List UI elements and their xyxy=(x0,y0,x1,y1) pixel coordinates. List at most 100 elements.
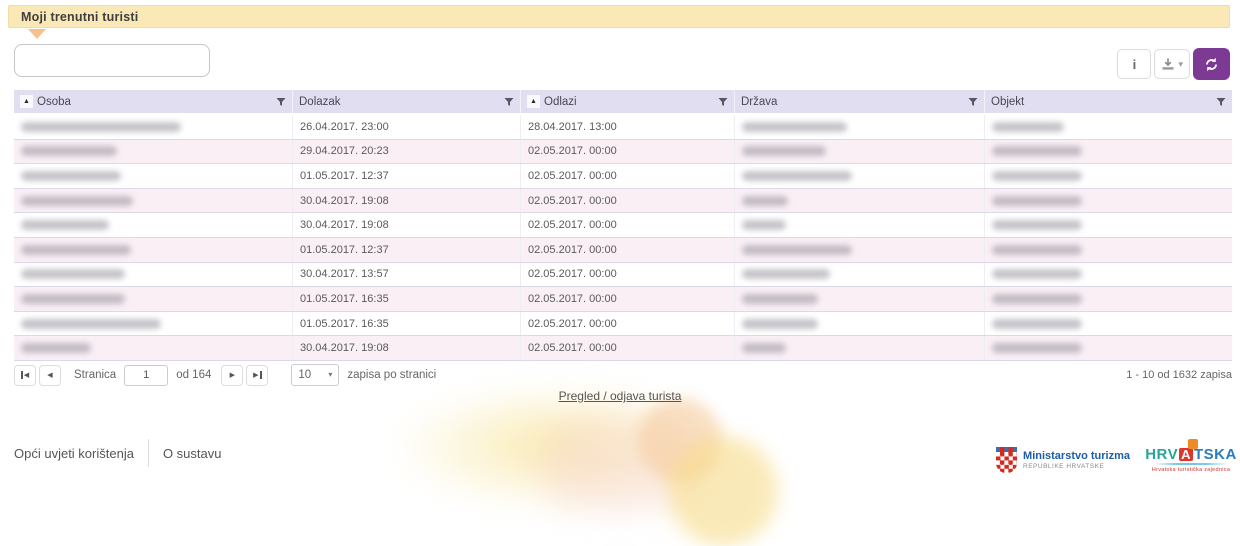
page-size-select[interactable]: 10 ▾ xyxy=(291,364,339,386)
table-body: 26.04.2017. 23:00 28.04.2017. 13:00 29.0… xyxy=(14,115,1232,361)
cell-dolazak: 29.04.2017. 20:23 xyxy=(293,140,521,164)
cell-osoba xyxy=(14,140,293,164)
per-page-label: zapisa po stranici xyxy=(347,369,436,381)
redacted-person-name xyxy=(21,245,131,255)
cell-dolazak: 01.05.2017. 16:35 xyxy=(293,287,521,311)
column-header-odlazi[interactable]: ▲ Odlazi xyxy=(521,90,735,113)
redacted-object xyxy=(992,146,1082,156)
footer-divider xyxy=(148,439,149,467)
link-row: Pregled / odjava turista xyxy=(0,387,1240,405)
first-page-button[interactable]: ◀ xyxy=(14,365,36,386)
table-row[interactable]: 30.04.2017. 19:08 02.05.2017. 00:00 xyxy=(14,213,1232,238)
table-row[interactable]: 01.05.2017. 16:35 02.05.2017. 00:00 xyxy=(14,287,1232,312)
table-row[interactable]: 01.05.2017. 12:37 02.05.2017. 00:00 xyxy=(14,164,1232,189)
htz-orange-square-icon xyxy=(1188,439,1198,449)
table-row[interactable]: 30.04.2017. 13:57 02.05.2017. 00:00 xyxy=(14,263,1232,288)
filter-icon[interactable] xyxy=(276,97,286,107)
previous-page-icon: ◀ xyxy=(47,372,52,379)
cell-objekt xyxy=(985,115,1232,139)
info-icon: i xyxy=(1133,57,1137,72)
redacted-person-name xyxy=(21,294,125,304)
cell-drzava xyxy=(735,140,985,164)
cell-drzava xyxy=(735,238,985,262)
htz-wave-icon xyxy=(1154,463,1228,465)
column-label: Dolazak xyxy=(299,96,341,108)
cell-dolazak: 01.05.2017. 12:37 xyxy=(293,164,521,188)
redacted-country xyxy=(742,122,847,132)
cell-objekt xyxy=(985,238,1232,262)
last-page-button[interactable]: ▶ xyxy=(246,365,268,386)
column-label: Država xyxy=(741,96,777,108)
cell-objekt xyxy=(985,140,1232,164)
records-range-label: 1 - 10 od 1632 zapisa xyxy=(1126,369,1232,381)
cell-objekt xyxy=(985,287,1232,311)
cell-dolazak: 01.05.2017. 12:37 xyxy=(293,238,521,262)
redacted-person-name xyxy=(21,220,109,230)
about-link[interactable]: O sustavu xyxy=(163,446,222,461)
refresh-icon xyxy=(1204,57,1219,72)
ministry-subtitle: REPUBLIKE HRVATSKE xyxy=(1023,463,1130,470)
filter-icon[interactable] xyxy=(1216,97,1226,107)
column-header-osoba[interactable]: ▲ Osoba xyxy=(14,90,293,113)
footer: Opći uvjeti korištenja O sustavu Minista… xyxy=(0,431,1240,479)
info-button[interactable]: i xyxy=(1117,49,1151,79)
table-row[interactable]: 30.04.2017. 19:08 02.05.2017. 00:00 xyxy=(14,189,1232,214)
cell-odlazi: 02.05.2017. 00:00 xyxy=(521,189,735,213)
next-page-button[interactable]: ▶ xyxy=(221,365,243,386)
search-input[interactable] xyxy=(14,44,210,77)
cell-osoba xyxy=(14,238,293,262)
cell-odlazi: 02.05.2017. 00:00 xyxy=(521,312,735,336)
redacted-object xyxy=(992,294,1082,304)
page-label: Stranica xyxy=(74,369,116,381)
redacted-country xyxy=(742,343,786,353)
table-row[interactable]: 01.05.2017. 12:37 02.05.2017. 00:00 xyxy=(14,238,1232,263)
redacted-object xyxy=(992,269,1082,279)
redacted-object xyxy=(992,319,1082,329)
page-size-value: 10 xyxy=(298,369,311,381)
cell-osoba xyxy=(14,312,293,336)
filter-icon[interactable] xyxy=(968,97,978,107)
column-header-dolazak[interactable]: Dolazak xyxy=(293,90,521,113)
page-number-input[interactable] xyxy=(124,365,168,386)
export-button[interactable]: ▾ xyxy=(1154,49,1190,79)
table-row[interactable]: 01.05.2017. 16:35 02.05.2017. 00:00 xyxy=(14,312,1232,337)
redacted-object xyxy=(992,343,1082,353)
column-header-objekt[interactable]: Objekt xyxy=(985,90,1232,113)
filter-icon[interactable] xyxy=(718,97,728,107)
cell-drzava xyxy=(735,164,985,188)
cell-osoba xyxy=(14,263,293,287)
column-label: Objekt xyxy=(991,96,1024,108)
cell-osoba xyxy=(14,336,293,360)
cell-osoba xyxy=(14,115,293,139)
redacted-object xyxy=(992,245,1082,255)
cell-objekt xyxy=(985,263,1232,287)
terms-link[interactable]: Opći uvjeti korištenja xyxy=(14,446,134,461)
active-tab[interactable]: Moji trenutni turisti xyxy=(8,5,1230,28)
cell-odlazi: 02.05.2017. 00:00 xyxy=(521,336,735,360)
table-row[interactable]: 29.04.2017. 20:23 02.05.2017. 00:00 xyxy=(14,140,1232,165)
htz-wordmark: HRVATSKA xyxy=(1150,447,1232,462)
column-header-drzava[interactable]: Država xyxy=(735,90,985,113)
column-label: Odlazi xyxy=(544,96,577,108)
first-page-icon xyxy=(21,371,23,379)
refresh-button[interactable] xyxy=(1193,48,1230,80)
column-label: Osoba xyxy=(37,96,71,108)
cell-osoba xyxy=(14,189,293,213)
table-row[interactable]: 30.04.2017. 19:08 02.05.2017. 00:00 xyxy=(14,336,1232,361)
cell-objekt xyxy=(985,189,1232,213)
previous-page-button[interactable]: ◀ xyxy=(39,365,61,386)
cell-osoba xyxy=(14,213,293,237)
cell-odlazi: 02.05.2017. 00:00 xyxy=(521,140,735,164)
redacted-country xyxy=(742,245,852,255)
table-row[interactable]: 26.04.2017. 23:00 28.04.2017. 13:00 xyxy=(14,115,1232,140)
cell-dolazak: 26.04.2017. 23:00 xyxy=(293,115,521,139)
pregled-odjava-link[interactable]: Pregled / odjava turista xyxy=(559,389,682,403)
sort-asc-icon: ▲ xyxy=(20,95,33,108)
cell-dolazak: 30.04.2017. 13:57 xyxy=(293,263,521,287)
toolbar-actions: i ▾ xyxy=(1117,48,1230,80)
cell-odlazi: 28.04.2017. 13:00 xyxy=(521,115,735,139)
redacted-person-name xyxy=(21,196,133,206)
filter-icon[interactable] xyxy=(504,97,514,107)
cell-dolazak: 01.05.2017. 16:35 xyxy=(293,312,521,336)
redacted-object xyxy=(992,220,1082,230)
